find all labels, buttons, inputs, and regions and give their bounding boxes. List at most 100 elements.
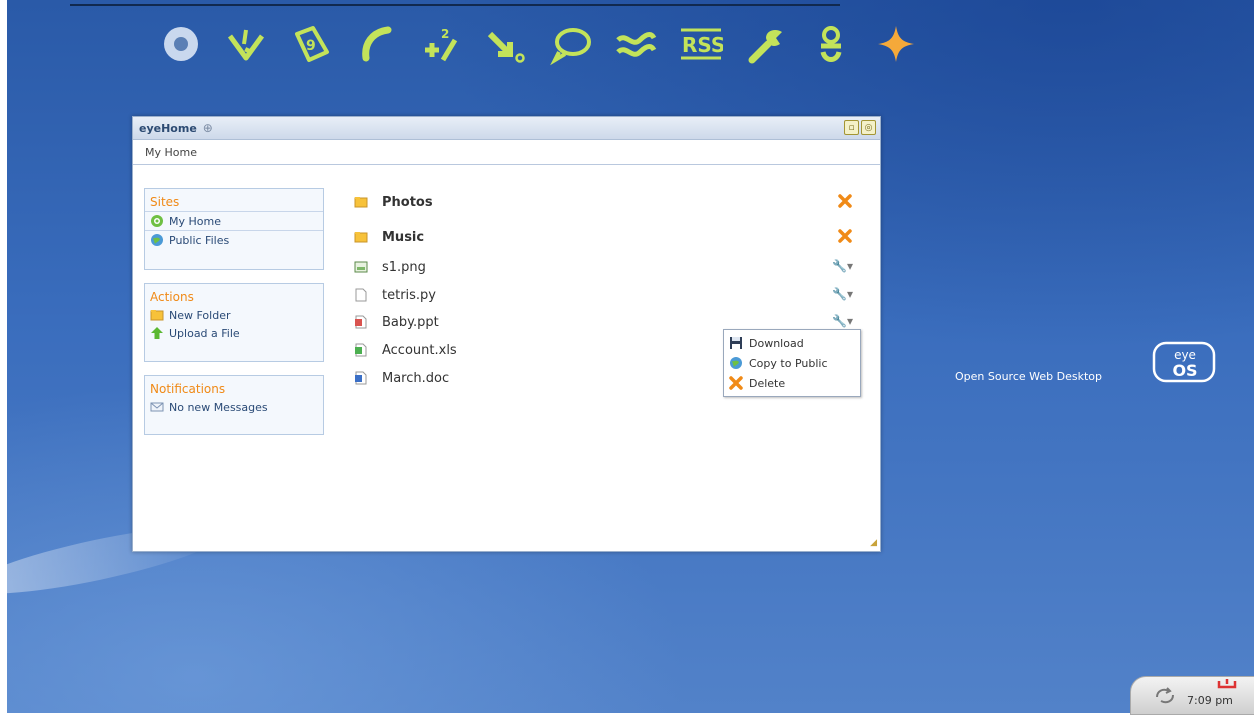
calculator-icon: 2 <box>424 27 457 62</box>
resize-handle[interactable]: ◢ <box>870 538 877 548</box>
envelope-icon <box>150 402 164 412</box>
phone-icon <box>361 26 391 62</box>
image-file-icon <box>354 261 368 273</box>
messages-label: No new Messages <box>169 400 268 414</box>
plus-icon <box>877 26 914 62</box>
file-name: tetris.py <box>382 287 436 303</box>
breadcrumb-label[interactable]: My Home <box>145 146 197 159</box>
new-folder-label: New Folder <box>169 308 231 322</box>
tasks-icon <box>227 29 264 61</box>
eyeos-logo: eye OS <box>1152 341 1216 383</box>
file-row-photos[interactable]: Photos <box>354 190 874 214</box>
close-button[interactable]: ◎ <box>861 120 876 135</box>
text-file-icon <box>355 288 367 302</box>
dock-rss[interactable]: RSS <box>668 16 733 72</box>
file-row-s1-png[interactable]: s1.png 🔧▾ <box>354 255 874 279</box>
file-context-menu: Download Copy to Public Delete <box>723 329 861 397</box>
clock[interactable]: 7:09 pm <box>1187 694 1233 707</box>
calendar-icon: 9 <box>294 26 329 62</box>
delete-icon <box>729 376 743 390</box>
globe-icon <box>151 234 163 246</box>
wrench-icon <box>748 30 782 64</box>
rss-icon: RSS <box>680 28 723 60</box>
home-site-icon <box>151 215 163 227</box>
window-options-icon[interactable]: ⊕ <box>203 121 213 135</box>
notifications-title: Notifications <box>150 382 226 396</box>
dock-tasks[interactable] <box>213 16 278 72</box>
svg-text:eye: eye <box>1174 348 1196 362</box>
notification-icon[interactable] <box>1216 679 1238 689</box>
folder-icon <box>150 310 164 321</box>
menu-item-label: Delete <box>749 376 786 390</box>
file-name: Account.xls <box>382 342 457 358</box>
globe-icon <box>730 357 742 369</box>
arrow-icon <box>487 31 525 63</box>
menu-item-delete[interactable]: Delete <box>724 373 860 393</box>
svg-text:2: 2 <box>441 27 449 41</box>
file-options-icon[interactable]: 🔧▾ <box>832 287 858 301</box>
svg-text:OS: OS <box>1172 361 1197 380</box>
window-title: eyeHome <box>139 121 197 135</box>
window-titlebar[interactable]: eyeHome ⊕ ▫ ◎ <box>133 117 880 140</box>
menu-item-download[interactable]: Download <box>724 333 860 353</box>
minimize-button[interactable]: ▫ <box>844 120 859 135</box>
sites-title: Sites <box>150 195 180 209</box>
dock-home[interactable] <box>148 16 213 72</box>
actions-title: Actions <box>150 290 194 304</box>
menu-item-label: Copy to Public <box>749 356 828 370</box>
top-border-line <box>70 0 840 6</box>
floppy-icon <box>730 337 742 349</box>
sidebar-item-public-files[interactable]: Public Files <box>145 230 323 249</box>
svg-text:RSS: RSS <box>682 33 723 57</box>
dock-calendar[interactable]: 9 <box>278 16 343 72</box>
folder-icon <box>354 197 368 208</box>
app-dock: 9 2 RSS <box>148 16 928 72</box>
dock-calculator[interactable]: 2 <box>408 16 473 72</box>
system-tray: 7:09 pm <box>1130 676 1254 715</box>
messages-item[interactable]: No new Messages <box>145 398 323 416</box>
dock-wrench[interactable] <box>733 16 798 72</box>
file-name: Music <box>382 229 425 245</box>
notifications-panel: Notifications No new Messages <box>144 375 324 435</box>
dock-waves[interactable] <box>603 16 668 72</box>
dock-chat[interactable] <box>538 16 603 72</box>
file-options-icon[interactable]: 🔧▾ <box>832 314 858 328</box>
file-row-music[interactable]: Music <box>354 225 874 249</box>
dock-plus[interactable] <box>863 16 928 72</box>
folder-icon <box>354 232 368 243</box>
upload-arrow-icon <box>151 327 163 339</box>
sidebar-item-my-home[interactable]: My Home <box>145 211 323 230</box>
eyeos-home-icon <box>163 27 198 61</box>
file-name: Photos <box>382 194 433 210</box>
file-name: Baby.ppt <box>382 314 439 330</box>
menu-item-copy-to-public[interactable]: Copy to Public <box>724 353 860 373</box>
window-buttons: ▫ ◎ <box>844 120 876 135</box>
file-options-icon[interactable]: 🔧▾ <box>832 259 858 273</box>
waves-icon <box>615 32 656 57</box>
svg-text:9: 9 <box>306 38 316 54</box>
dock-phone[interactable] <box>343 16 408 72</box>
menu-item-label: Download <box>749 336 804 350</box>
brand-tagline: Open Source Web Desktop <box>955 370 1102 383</box>
upload-file-button[interactable]: Upload a File <box>145 324 323 342</box>
breadcrumb: My Home <box>133 140 880 165</box>
sidebar-item-label: Public Files <box>169 233 230 247</box>
sites-panel: Sites My Home Public Files <box>144 188 324 270</box>
sync-icon[interactable] <box>1153 685 1177 707</box>
chat-icon <box>549 28 591 66</box>
actions-panel: Actions New Folder Upload a File <box>144 283 324 362</box>
sidebar-item-label: My Home <box>169 214 221 228</box>
delete-icon[interactable] <box>838 229 852 243</box>
delete-icon[interactable] <box>838 194 852 208</box>
file-name: March.doc <box>382 370 450 386</box>
user-icon <box>820 26 841 62</box>
document-file-icon <box>355 371 367 385</box>
dock-arrow[interactable] <box>473 16 538 72</box>
upload-file-label: Upload a File <box>169 326 240 340</box>
new-folder-button[interactable]: New Folder <box>145 306 323 324</box>
spreadsheet-file-icon <box>355 343 367 357</box>
file-name: s1.png <box>382 259 426 275</box>
presentation-file-icon <box>355 315 367 329</box>
dock-user[interactable] <box>798 16 863 72</box>
file-row-tetris-py[interactable]: tetris.py 🔧▾ <box>354 283 874 307</box>
